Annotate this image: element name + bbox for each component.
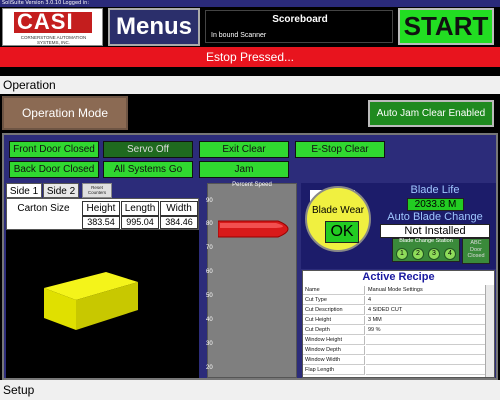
recipe-value: 4 SIDED CUT: [366, 306, 485, 315]
tab-side-1[interactable]: Side 1: [6, 183, 42, 198]
carton-width-value: 384.46: [160, 216, 198, 229]
tab-side-2[interactable]: Side 2: [43, 183, 79, 198]
speed-tick: 90: [206, 198, 213, 204]
active-recipe-title: Active Recipe: [362, 271, 435, 283]
blade-life-value: 2033.8 M: [407, 198, 464, 211]
menus-button[interactable]: Menus: [108, 8, 200, 46]
scoreboard-title: Scoreboard: [272, 14, 328, 25]
recipe-key: Window Depth: [303, 346, 365, 355]
operation-mode-button[interactable]: Operation Mode: [2, 96, 128, 130]
servo-status-button[interactable]: Servo Off: [103, 141, 193, 158]
alarm-banner: Estop Pressed...: [0, 47, 500, 67]
recipe-value: 99 %: [366, 326, 485, 335]
recipe-key: Window Height: [303, 336, 365, 345]
reset-counters-button[interactable]: Reset Counters: [82, 183, 112, 198]
recipe-key: Cut Height: [303, 316, 365, 325]
scoreboard-status: In bound Scanner: [211, 32, 267, 39]
blade-wear-status: OK: [325, 221, 359, 243]
carton-height-value: 383.54: [82, 216, 120, 229]
auto-blade-change-title: Auto Blade Change: [387, 211, 483, 223]
scoreboard-panel: Scoreboard In bound Scanner: [205, 10, 393, 43]
recipe-key: Cut Description: [303, 306, 365, 315]
blade-station-3-button[interactable]: 3: [428, 248, 440, 260]
speed-tick: 40: [206, 317, 213, 323]
speed-tick: 50: [206, 293, 213, 299]
operation-section-header[interactable]: Operation: [0, 76, 500, 94]
all-systems-status-button[interactable]: All Systems Go: [103, 161, 193, 178]
recipe-value: [366, 346, 485, 355]
back-door-status-button[interactable]: Back Door Closed: [9, 161, 99, 178]
recipe-key: Cut Depth: [303, 326, 365, 335]
speed-tick: 60: [206, 269, 213, 275]
blade-wear-label: Blade Wear: [311, 205, 365, 216]
setup-section-header[interactable]: Setup: [0, 380, 500, 400]
recipe-value: Manual Mode Settings: [366, 286, 485, 295]
recipe-value: [366, 366, 485, 375]
carton-length-header: Length: [121, 201, 159, 216]
abc-door-line-3: Closed: [467, 253, 485, 259]
recipe-row: Cut Type 4: [303, 296, 485, 305]
recipe-key: Window Width: [303, 356, 365, 365]
speed-slider-handle[interactable]: [218, 219, 300, 239]
blade-change-station-title: Blade Change Station: [399, 238, 453, 244]
speed-title: Percent Speed: [232, 182, 272, 188]
recipe-row: Cut Description 4 SIDED CUT: [303, 306, 485, 315]
carton-length-value: 995.04: [121, 216, 159, 229]
blade-station-4-button[interactable]: 4: [444, 248, 456, 260]
speed-tick: 30: [206, 341, 213, 347]
exit-status-button[interactable]: Exit Clear: [199, 141, 289, 158]
recipe-value: [366, 336, 485, 345]
recipe-key: Name: [303, 286, 365, 295]
recipe-row: Window Height: [303, 336, 485, 345]
front-door-status-button[interactable]: Front Door Closed: [9, 141, 99, 158]
logo-text: CASI: [17, 9, 74, 34]
recipe-value: 4: [366, 296, 485, 305]
casi-logo: CASI CORNERSTONE AUTOMATION SYSTEMS, INC…: [2, 8, 103, 46]
auto-blade-change-status: Not Installed: [380, 224, 490, 238]
blade-life-title: Blade Life: [410, 184, 460, 196]
recipe-key: Flap Length: [303, 366, 365, 375]
recipe-row: Cut Depth 99 %: [303, 326, 485, 335]
recipe-row: Window Width: [303, 356, 485, 365]
recipe-value: 3 MM: [366, 316, 485, 325]
carton-3d-view: [6, 230, 199, 378]
logo-subtitle-2: SYSTEMS, INC.: [36, 40, 70, 45]
carton-3d-model: [44, 272, 138, 330]
blade-station-1-button[interactable]: 1: [396, 248, 408, 260]
carton-height-header: Height: [82, 201, 120, 216]
window-title: SoliSuite Version 3.0.10 Logged in:: [2, 0, 90, 6]
auto-jam-clear-button[interactable]: Auto Jam Clear Enabled: [368, 100, 494, 127]
recipe-row: Cut Height 3 MM: [303, 316, 485, 325]
carton-width-header: Width: [160, 201, 198, 216]
blade-station-2-button[interactable]: 2: [412, 248, 424, 260]
abc-door-status: ABC Door Closed: [462, 238, 490, 264]
recipe-key: Cut Type: [303, 296, 365, 305]
recipe-row: Window Depth: [303, 346, 485, 355]
reset-counters-label-2: Counters: [87, 190, 107, 195]
window-title-bar: SoliSuite Version 3.0.10 Logged in:: [0, 0, 500, 7]
carton-size-label: Carton Size: [7, 201, 80, 216]
speed-slider-panel: [207, 183, 297, 378]
speed-tick: 20: [206, 365, 213, 371]
recipe-row: Name Manual Mode Settings: [303, 286, 485, 295]
jam-status-button[interactable]: Jam: [199, 161, 289, 178]
speed-tick: 80: [206, 221, 213, 227]
start-button[interactable]: START: [398, 8, 494, 45]
estop-status-button[interactable]: E-Stop Clear: [295, 141, 385, 158]
recipe-value: [366, 356, 485, 365]
recipe-scrollbar[interactable]: [485, 285, 494, 377]
recipe-row: Flap Length: [303, 366, 485, 375]
speed-tick: 70: [206, 245, 213, 251]
